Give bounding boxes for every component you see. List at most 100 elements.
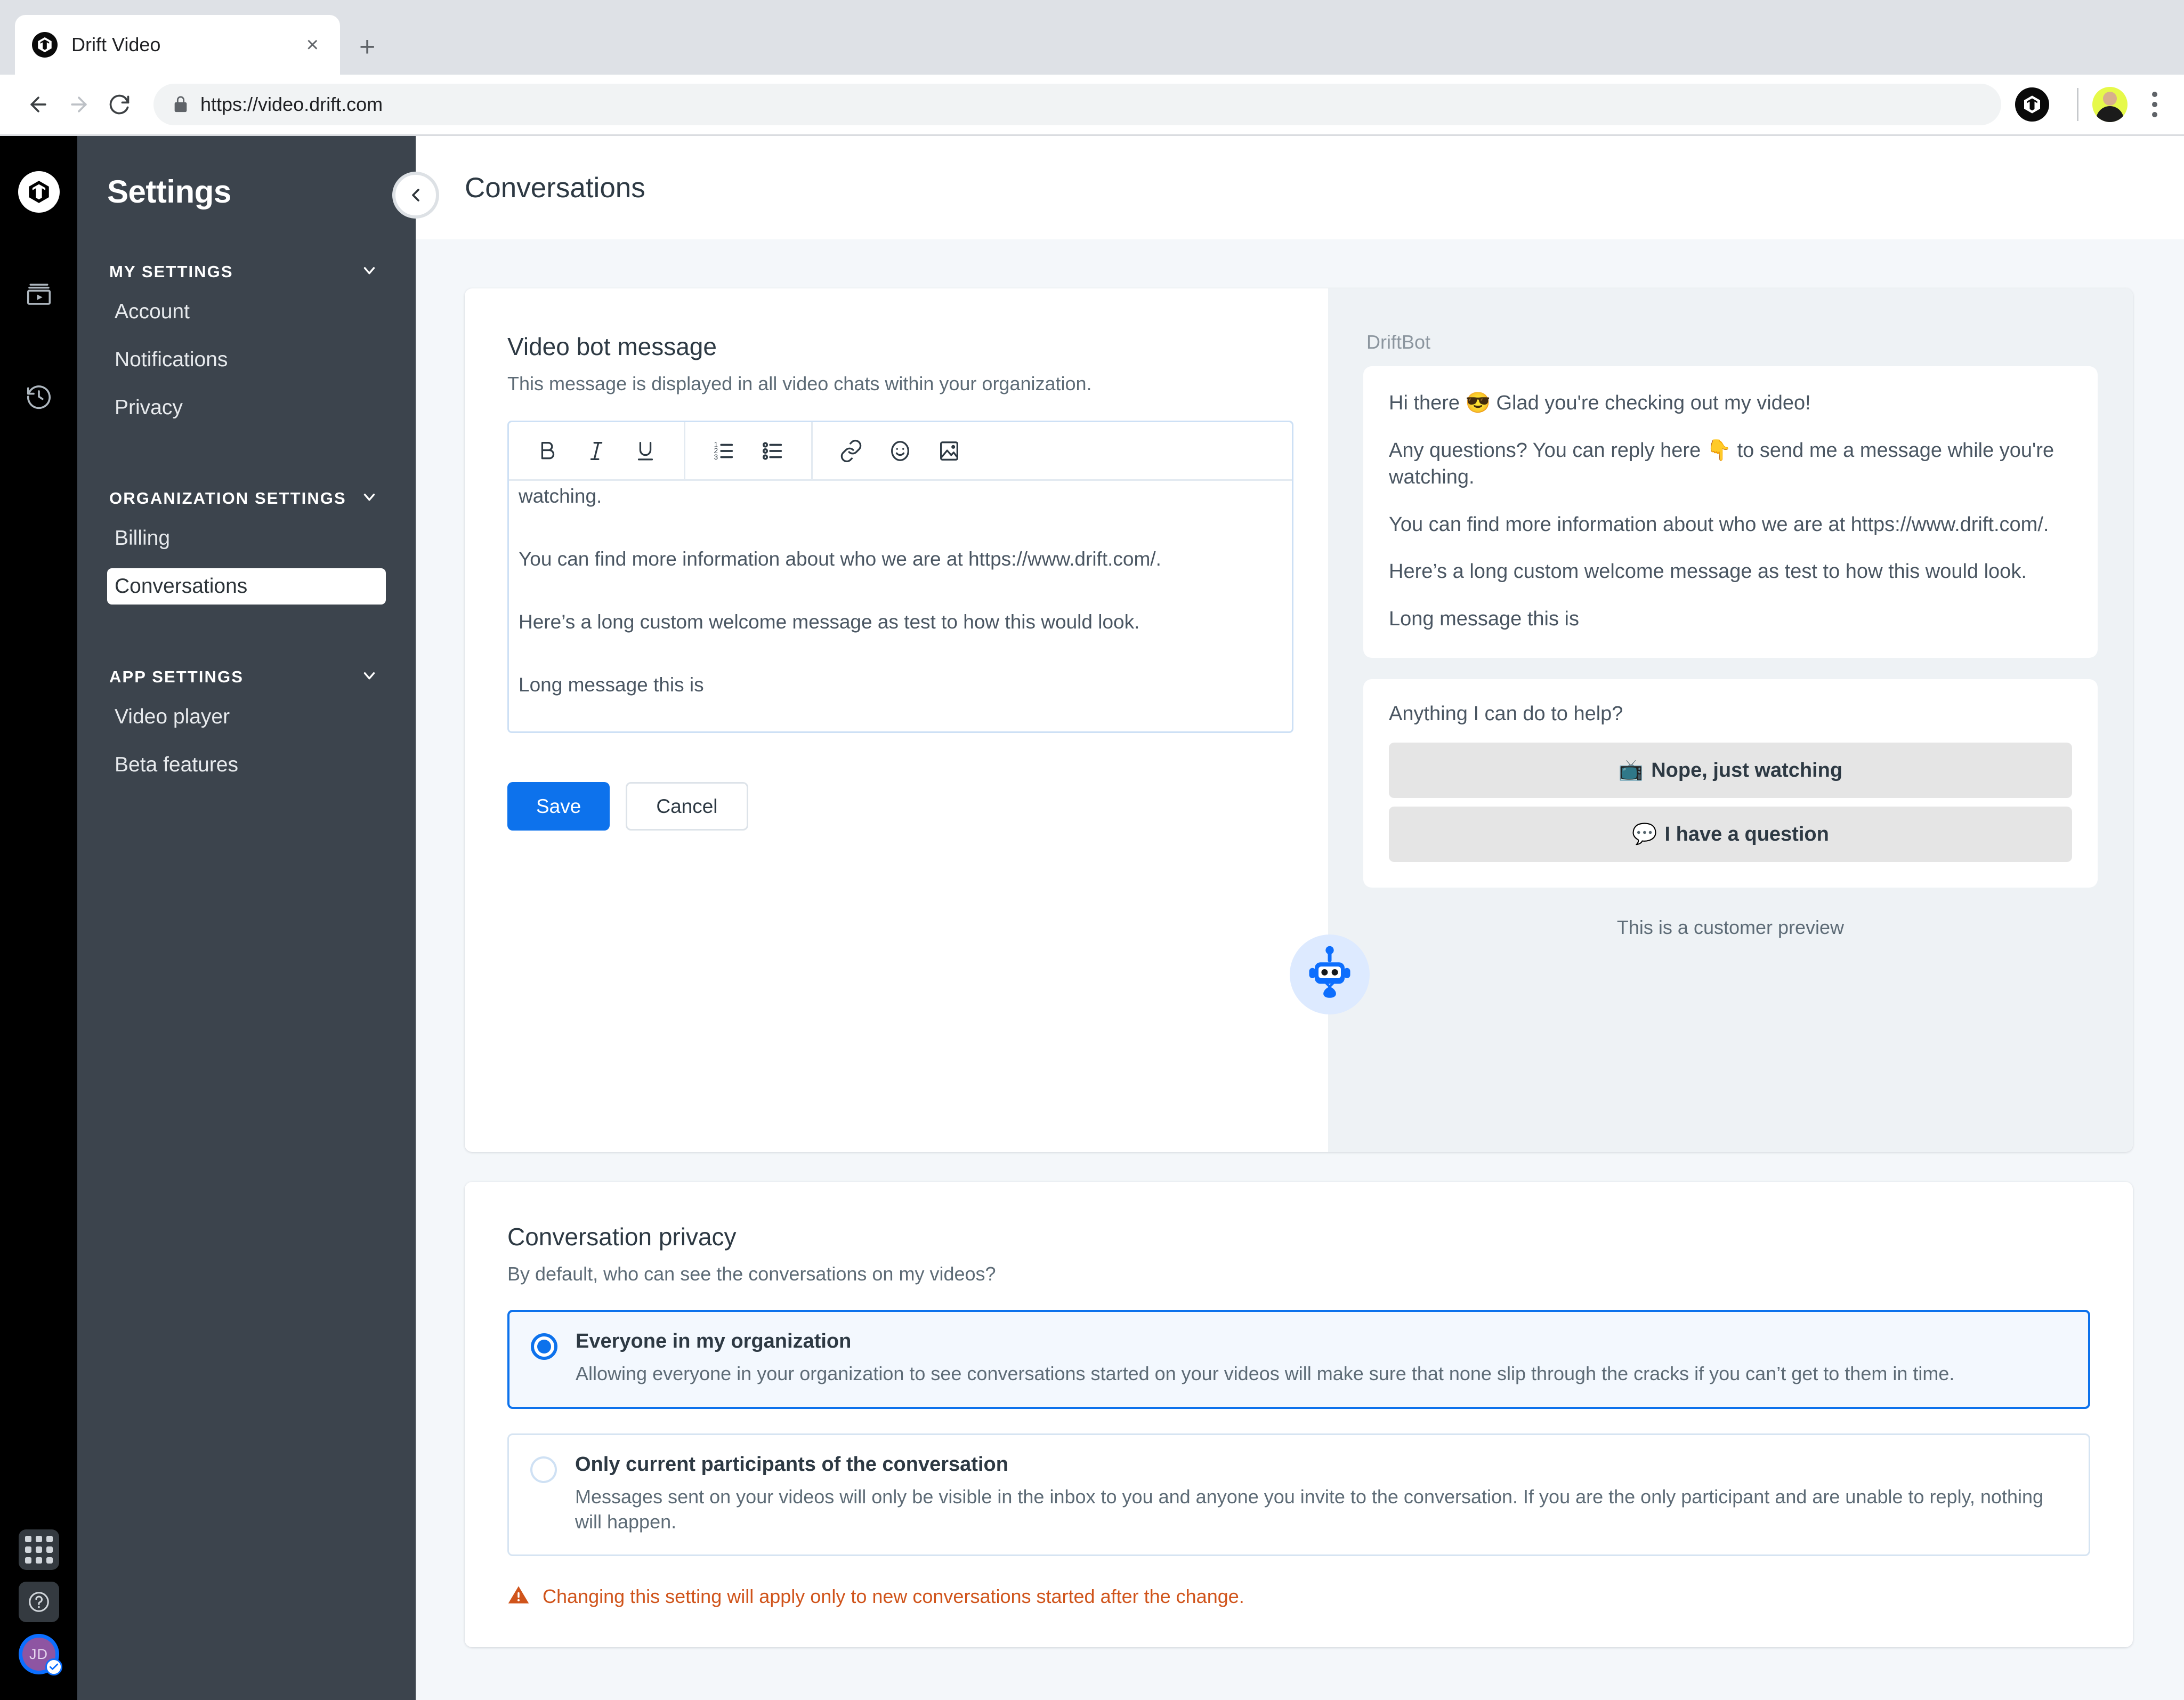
bot-name-label: DriftBot: [1366, 331, 1431, 353]
content-area: Video bot message This message is displa…: [416, 239, 2184, 1700]
reload-icon[interactable]: [99, 84, 140, 125]
sidebar-title: Settings: [107, 174, 231, 210]
toolbar-divider: [2077, 88, 2078, 121]
close-icon[interactable]: ×: [302, 34, 323, 55]
cancel-button[interactable]: Cancel: [626, 782, 748, 831]
sidebar-item-account[interactable]: Account: [107, 294, 386, 330]
bot-message-form: Video bot message This message is displa…: [465, 288, 1328, 1152]
quick-reply-label: I have a question: [1664, 823, 1829, 845]
privacy-option-participants[interactable]: Only current participants of the convers…: [507, 1433, 2090, 1557]
browser-tab[interactable]: Drift Video ×: [15, 15, 340, 75]
rich-text-editor[interactable]: 123 watching. You can find more informat…: [507, 421, 1293, 733]
tv-icon: 📺: [1618, 759, 1644, 782]
toolbar-right: [2015, 86, 2166, 123]
sidebar-group-header[interactable]: MY SETTINGS: [107, 261, 386, 282]
editor-toolbar: 123: [509, 422, 1292, 481]
chevron-down-icon[interactable]: [360, 488, 378, 509]
question-help-icon[interactable]: [18, 1582, 59, 1622]
italic-icon[interactable]: [572, 426, 621, 476]
bot-message-heading: Video bot message: [507, 333, 717, 360]
sidebar-item-video-player[interactable]: Video player: [107, 699, 386, 735]
sidebar-group-my-settings: MY SETTINGS Account Notifications Privac…: [107, 261, 386, 426]
privacy-warning-text: Changing this setting will apply only to…: [543, 1585, 1244, 1607]
app-shell: JD Settings MY SETTINGS Account Notifica…: [0, 136, 2184, 1700]
quick-reply-nope-just-watching[interactable]: 📺 Nope, just watching: [1389, 743, 2072, 799]
video-library-icon[interactable]: [18, 273, 60, 315]
page-title: Conversations: [465, 172, 645, 204]
drift-logo-icon: [32, 32, 58, 58]
bubble-paragraph: You can find more information about who …: [1389, 513, 2049, 536]
quick-reply-prompt: Anything I can do to help?: [1389, 703, 1623, 726]
bold-icon[interactable]: [523, 426, 572, 476]
sidebar-group-label: APP SETTINGS: [109, 667, 244, 686]
plus-icon[interactable]: +: [359, 31, 375, 75]
radio-participants[interactable]: [530, 1456, 557, 1483]
sidebar-group-header[interactable]: APP SETTINGS: [107, 666, 386, 687]
chevron-down-icon[interactable]: [360, 261, 378, 282]
quick-reply-label: Nope, just watching: [1651, 759, 1843, 781]
ordered-list-icon[interactable]: 123: [699, 426, 748, 476]
quick-replies-bubble: Anything I can do to help? 📺 Nope, just …: [1363, 679, 2098, 888]
image-icon[interactable]: [925, 426, 974, 476]
quick-reply-i-have-a-question[interactable]: 💬 I have a question: [1389, 807, 2072, 863]
user-photo-avatar[interactable]: [2092, 87, 2128, 122]
avatar[interactable]: JD: [18, 1634, 62, 1675]
editor-toolbar-group-insert: [811, 422, 988, 479]
tab-title: Drift Video: [71, 34, 161, 55]
save-button[interactable]: Save: [507, 782, 610, 831]
address-bar[interactable]: https://video.drift.com: [153, 84, 2001, 125]
editor-line: Here’s a long custom welcome message as …: [519, 611, 1140, 633]
bubble-paragraph: Here’s a long custom welcome message as …: [1389, 560, 2027, 583]
privacy-option-title: Everyone in my organization: [576, 1330, 852, 1352]
speech-bubble-icon: 💬: [1632, 823, 1657, 846]
privacy-option-description: Allowing everyone in your organization t…: [576, 1363, 1955, 1384]
bullet-list-icon[interactable]: [748, 426, 797, 476]
sidebar-item-conversations[interactable]: Conversations: [107, 568, 386, 605]
privacy-warning: Changing this setting will apply only to…: [507, 1584, 2090, 1609]
chevron-left-icon[interactable]: [392, 172, 439, 219]
editor-line: Long message this is: [519, 674, 704, 696]
privacy-option-description: Messages sent on your videos will only b…: [575, 1485, 2044, 1533]
sidebar-group-header[interactable]: ORGANIZATION SETTINGS: [107, 488, 386, 509]
main-content: Conversations Video bot message This mes…: [416, 136, 2184, 1700]
svg-text:3: 3: [714, 453, 718, 461]
sidebar-group-label: MY SETTINGS: [109, 262, 233, 281]
privacy-heading: Conversation privacy: [507, 1223, 737, 1251]
sidebar-item-notifications[interactable]: Notifications: [107, 342, 386, 378]
sidebar-group-label: ORGANIZATION SETTINGS: [109, 488, 346, 507]
editor-text-area[interactable]: watching. You can find more information …: [509, 481, 1292, 731]
bubble-paragraph: Long message this is: [1389, 607, 1579, 630]
sidebar-item-billing[interactable]: Billing: [107, 520, 386, 557]
forward-arrow-icon[interactable]: [59, 84, 99, 125]
url-text: https://video.drift.com: [200, 93, 383, 115]
video-bot-message-card: Video bot message This message is displa…: [465, 288, 2133, 1152]
link-icon[interactable]: [827, 426, 876, 476]
customer-preview-footer: This is a customer preview: [1616, 916, 1845, 939]
radio-everyone[interactable]: [531, 1333, 557, 1360]
grid-apps-icon[interactable]: [18, 1529, 59, 1570]
bubble-paragraph: Any questions? You can reply here 👇 to s…: [1389, 439, 2054, 489]
sidebar-group-organization-settings: ORGANIZATION SETTINGS Billing Conversati…: [107, 488, 386, 605]
privacy-option-everyone[interactable]: Everyone in my organization Allowing eve…: [507, 1310, 2090, 1409]
icon-rail: JD: [0, 136, 77, 1700]
editor-toolbar-group-lists: 123: [684, 422, 811, 479]
sidebar-item-privacy[interactable]: Privacy: [107, 390, 386, 426]
driftbot-robot-icon: [1290, 934, 1370, 1014]
privacy-option-title: Only current participants of the convers…: [575, 1453, 1008, 1476]
underline-icon[interactable]: [621, 426, 670, 476]
rail-bottom-group: JD: [0, 1529, 77, 1675]
drift-extension-icon[interactable]: [2015, 87, 2049, 122]
settings-sidebar: Settings MY SETTINGS Account Notificatio…: [77, 136, 439, 1700]
history-icon[interactable]: [18, 376, 60, 417]
form-actions: Save Cancel: [507, 782, 1328, 831]
customer-preview-panel: DriftBot Hi there 😎 Glad you're checking…: [1290, 288, 2133, 1152]
bot-message-bubble: Hi there 😎 Glad you're checking out my v…: [1363, 366, 2098, 658]
kebab-menu-icon[interactable]: [2143, 86, 2166, 123]
back-arrow-icon[interactable]: [18, 84, 59, 125]
editor-line: You can find more information about who …: [519, 548, 1161, 570]
chevron-down-icon[interactable]: [360, 666, 378, 687]
sidebar-item-beta-features[interactable]: Beta features: [107, 747, 386, 783]
drift-logo-icon[interactable]: [18, 171, 60, 213]
emoji-icon[interactable]: [876, 426, 925, 476]
lock-icon: [172, 95, 190, 114]
